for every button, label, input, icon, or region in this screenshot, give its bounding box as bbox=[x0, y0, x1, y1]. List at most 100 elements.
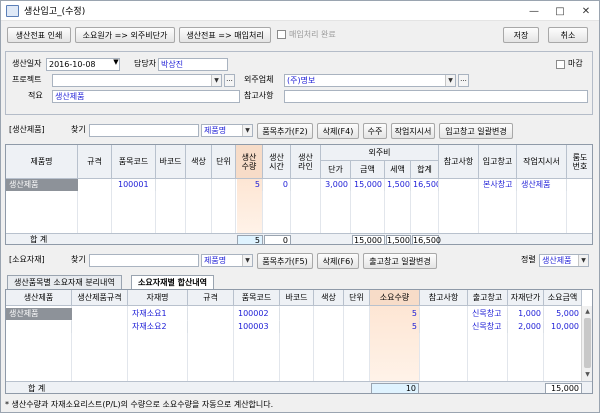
product-name-cell[interactable]: 생산제품 bbox=[6, 179, 78, 191]
chevron-down-icon[interactable]: ▼ bbox=[242, 255, 252, 266]
delete-product-button[interactable]: 삭제(F4) bbox=[317, 123, 359, 139]
header-outsource: 외주비 bbox=[321, 145, 439, 161]
print-button[interactable]: 생산전표 인쇄 bbox=[7, 27, 71, 43]
purchase-done-checkbox[interactable] bbox=[277, 30, 286, 39]
materials-toolbar: [소요자재] 찾기 제품명 ▼ 품목추가(F5) 삭제(F6) 출고창고 일괄변경… bbox=[5, 249, 593, 271]
material-unit-price-cell[interactable]: 2,000 bbox=[508, 321, 544, 333]
work-order-button[interactable]: 작업지시서 bbox=[391, 123, 435, 139]
project-field[interactable]: ▼ bbox=[52, 74, 222, 87]
materials-total-amount-cell: 15,000 bbox=[545, 383, 582, 393]
bulk-warehouse-button[interactable]: 입고창고 일괄변경 bbox=[439, 123, 513, 139]
sort-select[interactable]: 생산제품 ▼ bbox=[539, 254, 589, 267]
manager-field[interactable]: 박상진 bbox=[158, 58, 228, 71]
product-price-cell[interactable]: 3,000 bbox=[321, 179, 351, 191]
materials-total-qty-cell: 10 bbox=[371, 383, 419, 393]
header-amount: 금액 bbox=[351, 161, 385, 179]
products-search-mode-select[interactable]: 제품명 ▼ bbox=[201, 124, 253, 137]
close-checkbox[interactable] bbox=[556, 60, 565, 69]
product-qty-cell[interactable]: 5 bbox=[236, 179, 263, 191]
product-workorder-cell[interactable]: 생산제품 bbox=[519, 179, 567, 191]
materials-search-input[interactable] bbox=[89, 254, 199, 267]
save-button[interactable]: 저장 bbox=[503, 27, 539, 43]
material-amount-cell[interactable]: 10,000 bbox=[544, 321, 582, 333]
products-grid[interactable]: 제품명 규격 품목코드 바코드 색상 단위 생산 수량 생산 시간 생산 라인 … bbox=[5, 144, 593, 245]
materials-grid[interactable]: 생산제품 생산제품규격 자재명 규격 품목코드 바코드 색상 단위 소요수량 참… bbox=[5, 289, 593, 394]
material-product-cell[interactable] bbox=[6, 321, 72, 333]
header-material-name: 자재명 bbox=[128, 290, 188, 306]
product-time-cell[interactable]: 0 bbox=[263, 179, 291, 191]
header-color: 색상 bbox=[186, 145, 212, 179]
materials-scrollbar[interactable]: ▲ ▼ bbox=[581, 306, 592, 381]
header-material-warehouse: 출고창고 bbox=[468, 290, 508, 306]
material-qty-cell[interactable]: 5 bbox=[370, 321, 420, 333]
material-unit-price-cell[interactable]: 1,000 bbox=[508, 308, 544, 320]
purchase-process-button[interactable]: 생산전표 => 매입처리 bbox=[179, 27, 271, 43]
date-label: 생산일자 bbox=[12, 59, 42, 68]
header-note: 참고사항 bbox=[439, 145, 479, 179]
delete-material-button[interactable]: 삭제(F6) bbox=[317, 253, 359, 269]
maximize-icon[interactable]: □ bbox=[547, 1, 573, 21]
scroll-thumb[interactable] bbox=[584, 318, 591, 368]
note-field[interactable] bbox=[284, 90, 588, 103]
product-tax-cell[interactable]: 1,500 bbox=[385, 179, 411, 191]
total-qty-cell: 5 bbox=[237, 235, 263, 244]
close-label: 마감 bbox=[568, 59, 583, 68]
product-warehouse-cell[interactable]: 본사창고 bbox=[481, 179, 517, 191]
product-amount-cell[interactable]: 15,000 bbox=[351, 179, 385, 191]
scroll-down-icon[interactable]: ▼ bbox=[582, 369, 592, 380]
material-warehouse-cell[interactable]: 신목창고 bbox=[470, 308, 508, 320]
material-code-cell[interactable]: 100002 bbox=[236, 308, 280, 320]
summary-field[interactable]: 생산제품 bbox=[52, 90, 240, 103]
chevron-down-icon[interactable]: ▼ bbox=[242, 125, 252, 136]
header-name: 제품명 bbox=[6, 145, 78, 179]
project-lookup-button[interactable]: ... bbox=[224, 74, 235, 87]
header-material-code: 품목코드 bbox=[234, 290, 280, 306]
material-warehouse-cell[interactable]: 신목창고 bbox=[470, 321, 508, 333]
materials-section-title: [소요자재] bbox=[9, 255, 45, 264]
bulk-outgoing-warehouse-button[interactable]: 출고창고 일괄변경 bbox=[363, 253, 437, 269]
cancel-button[interactable]: 취소 bbox=[548, 27, 588, 43]
header-workorder: 작업지시서 bbox=[517, 145, 567, 179]
product-code-cell[interactable]: 100001 bbox=[116, 179, 156, 191]
scroll-up-icon[interactable]: ▲ bbox=[582, 306, 592, 317]
product-total-cell[interactable]: 16,500 bbox=[411, 179, 439, 191]
header-material-unit-price: 자재단가 bbox=[508, 290, 544, 306]
header-material-qty: 소요수량 bbox=[370, 290, 420, 306]
date-dropdown-icon[interactable]: ▼ bbox=[111, 58, 121, 71]
header-time: 생산 시간 bbox=[263, 145, 291, 179]
header-material-color: 색상 bbox=[314, 290, 344, 306]
material-amount-cell[interactable]: 5,000 bbox=[544, 308, 582, 320]
manager-label: 담당자 bbox=[134, 59, 157, 68]
header-spec: 규격 bbox=[78, 145, 112, 179]
add-material-button[interactable]: 품목추가(F5) bbox=[257, 253, 313, 269]
material-name-cell[interactable]: 자재소요1 bbox=[130, 308, 188, 320]
vendor-lookup-button[interactable]: ... bbox=[458, 74, 469, 87]
vendor-label: 외주업체 bbox=[244, 75, 274, 84]
close-icon[interactable]: ✕ bbox=[573, 1, 599, 21]
tab-aggregated-materials[interactable]: 소요자재별 합산내역 bbox=[131, 275, 215, 289]
chevron-down-icon[interactable]: ▼ bbox=[578, 255, 588, 266]
minimize-icon[interactable]: — bbox=[521, 1, 547, 21]
material-name-cell[interactable]: 자재소요2 bbox=[130, 321, 188, 333]
products-search-input[interactable] bbox=[89, 124, 199, 137]
header-material-unit: 단위 bbox=[344, 290, 370, 306]
total-tax-cell: 1,500 bbox=[386, 235, 411, 245]
material-product-cell[interactable]: 생산제품 bbox=[6, 308, 72, 320]
material-qty-cell[interactable]: 5 bbox=[370, 308, 420, 320]
footer-note: * 생산수량과 자재소요리스트(P/L)의 수량으로 소요수량을 자동으로 계산… bbox=[5, 400, 274, 409]
header-code: 품목코드 bbox=[112, 145, 156, 179]
sales-order-button[interactable]: 수주 bbox=[363, 123, 387, 139]
add-product-button[interactable]: 품목추가(F2) bbox=[257, 123, 313, 139]
materials-total-label: 합 계 bbox=[28, 384, 46, 393]
outsource-price-button[interactable]: 소요원가 => 외주비단가 bbox=[75, 27, 175, 43]
header-total: 합계 bbox=[411, 161, 439, 179]
date-field[interactable]: 2016-10-08 bbox=[46, 58, 120, 71]
materials-total-row: 합 계 10 15,000 bbox=[6, 381, 592, 393]
vendor-field[interactable]: (주)명보 ▼ bbox=[284, 74, 456, 87]
tab-separated-materials[interactable]: 생산품목별 소요자재 분리내역 bbox=[7, 275, 122, 289]
materials-search-mode-select[interactable]: 제품명 ▼ bbox=[201, 254, 253, 267]
chevron-down-icon[interactable]: ▼ bbox=[211, 75, 221, 86]
material-code-cell[interactable]: 100003 bbox=[236, 321, 280, 333]
chevron-down-icon[interactable]: ▼ bbox=[445, 75, 455, 86]
header-barcode: 바코드 bbox=[156, 145, 186, 179]
